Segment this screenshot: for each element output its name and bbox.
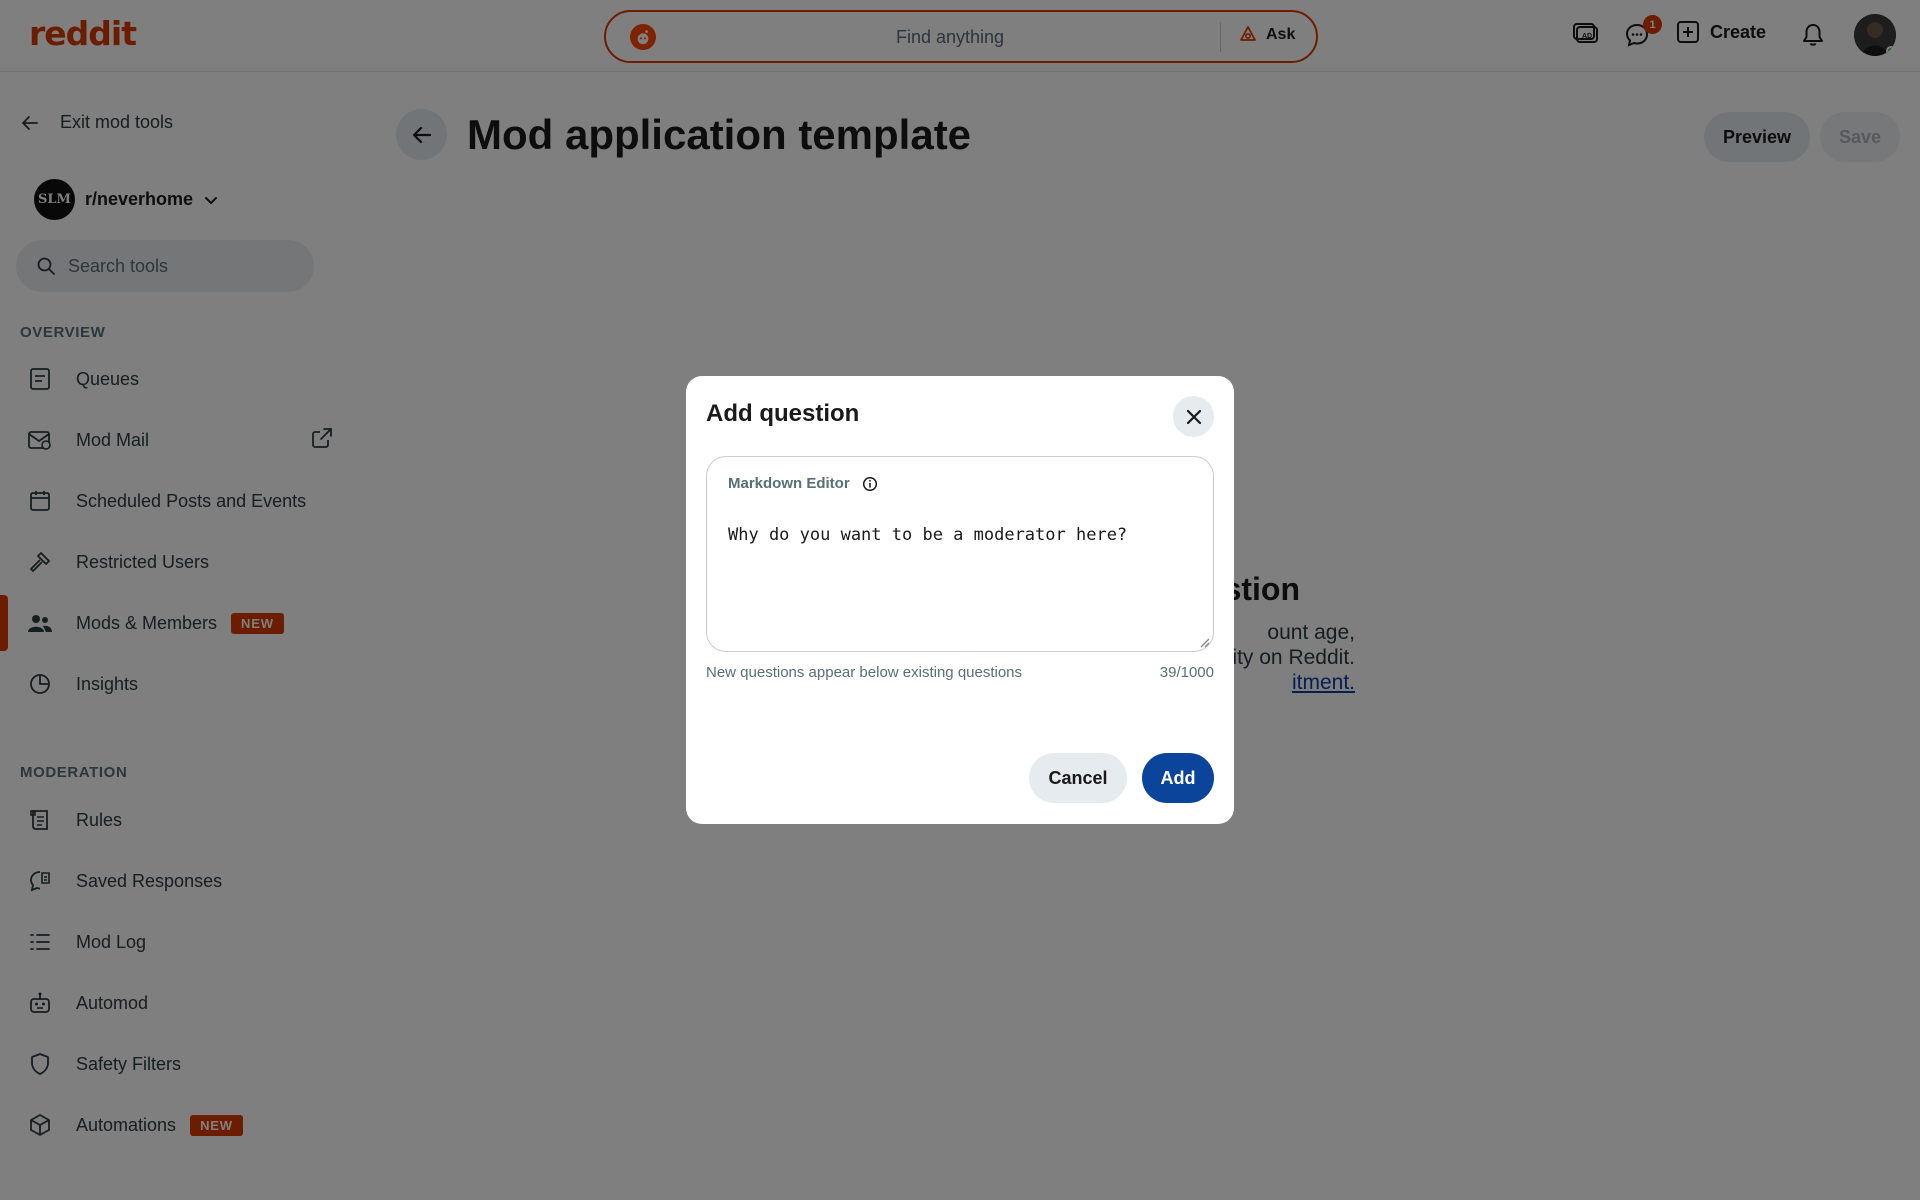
helper-text: New questions appear below existing ques… <box>706 664 1023 681</box>
resize-handle-icon[interactable] <box>1198 636 1210 648</box>
editor-label: Markdown Editor <box>728 475 878 492</box>
close-icon <box>1186 409 1201 424</box>
add-button[interactable]: Add <box>1142 753 1214 803</box>
add-question-dialog: Add question Markdown Editor Why do you … <box>686 376 1234 824</box>
info-icon[interactable] <box>862 476 878 492</box>
markdown-editor[interactable]: Markdown Editor Why do you want to be a … <box>706 456 1214 652</box>
markdown-editor-label: Markdown Editor <box>728 475 850 492</box>
close-button[interactable] <box>1173 396 1214 437</box>
character-counter: 39/1000 <box>1159 664 1214 681</box>
dialog-title: Add question <box>706 400 860 427</box>
cancel-button[interactable]: Cancel <box>1029 753 1127 803</box>
question-text-input[interactable]: Why do you want to be a moderator here? <box>728 525 1188 545</box>
